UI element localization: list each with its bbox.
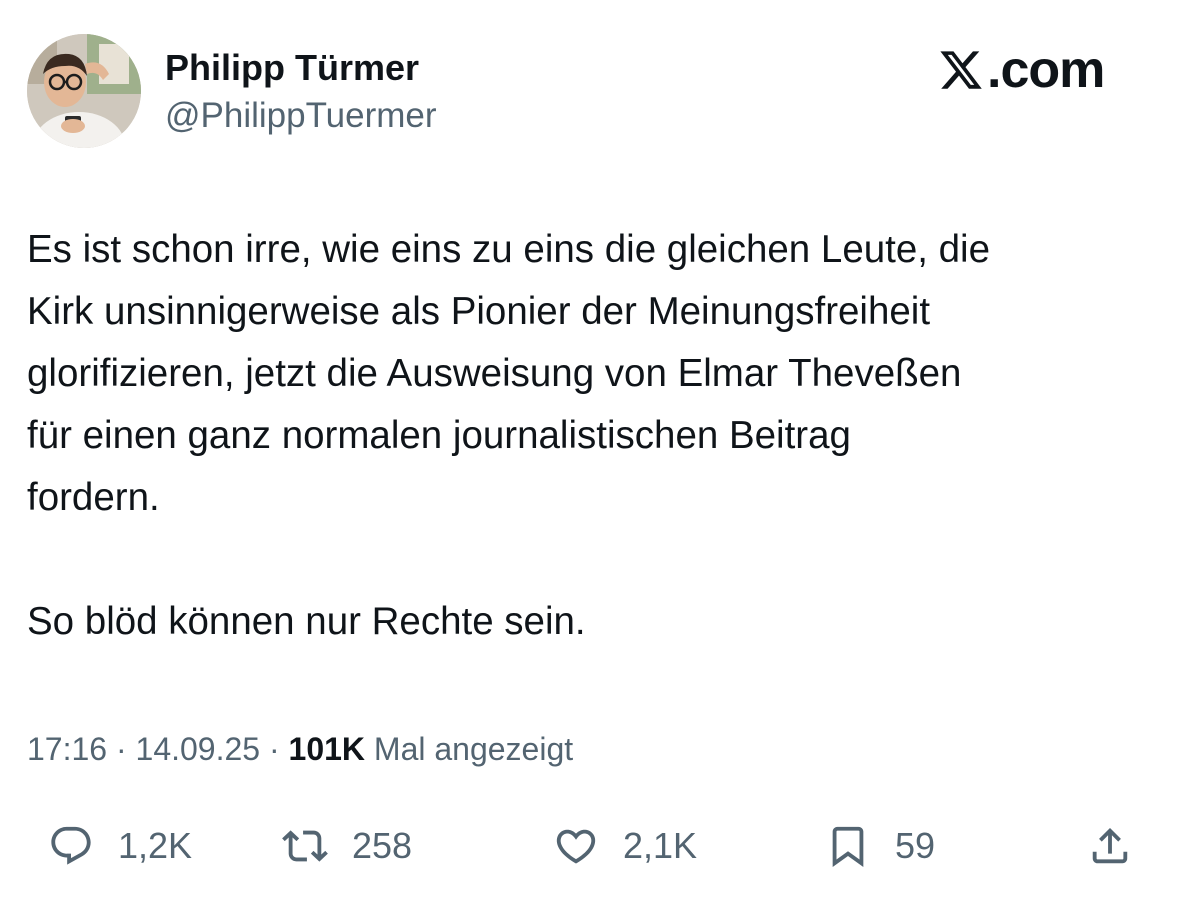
tweet-time[interactable]: 17:16 <box>27 731 107 767</box>
share-button[interactable] <box>1087 814 1133 878</box>
x-logo-icon <box>940 51 982 89</box>
repost-count: 258 <box>352 825 413 866</box>
tweet-text: Es ist schon irre, wie eins zu eins die … <box>27 219 1157 653</box>
reply-icon <box>51 826 91 865</box>
views-count: 101K <box>288 731 366 767</box>
brand-text: .com <box>987 41 1105 99</box>
meta-separator: · <box>107 731 136 767</box>
user-handle[interactable]: @PhilippTuermer <box>165 95 437 137</box>
meta-separator: · <box>260 731 289 767</box>
repost-icon <box>282 830 328 862</box>
bookmark-count: 59 <box>895 825 936 866</box>
like-button[interactable]: 2,1K <box>553 814 697 878</box>
profile-photo <box>27 34 141 148</box>
tweet-paragraph: So blöd können nur Rechte sein. <box>27 600 586 643</box>
x-com-brand: .com <box>938 40 1105 100</box>
tweet-meta: 17:16 · 14.09.25 · 101K Mal angezeigt <box>27 727 573 771</box>
tweet-date[interactable]: 14.09.25 <box>136 731 261 767</box>
action-bar: 1,2K 258 2,1K 59 <box>0 814 1179 878</box>
like-count: 2,1K <box>623 825 698 866</box>
heart-icon <box>556 829 596 864</box>
tweet-paragraph: Es ist schon irre, wie eins zu eins die … <box>27 228 991 519</box>
avatar[interactable] <box>27 34 141 148</box>
share-icon <box>1092 827 1128 864</box>
bookmark-icon <box>832 826 864 867</box>
views-label: Mal angezeigt <box>365 731 574 767</box>
reply-button[interactable]: 1,2K <box>48 814 192 878</box>
bookmark-button[interactable]: 59 <box>825 814 935 878</box>
repost-button[interactable]: 258 <box>282 814 412 878</box>
display-name[interactable]: Philipp Türmer <box>165 46 419 90</box>
reply-count: 1,2K <box>118 825 193 866</box>
